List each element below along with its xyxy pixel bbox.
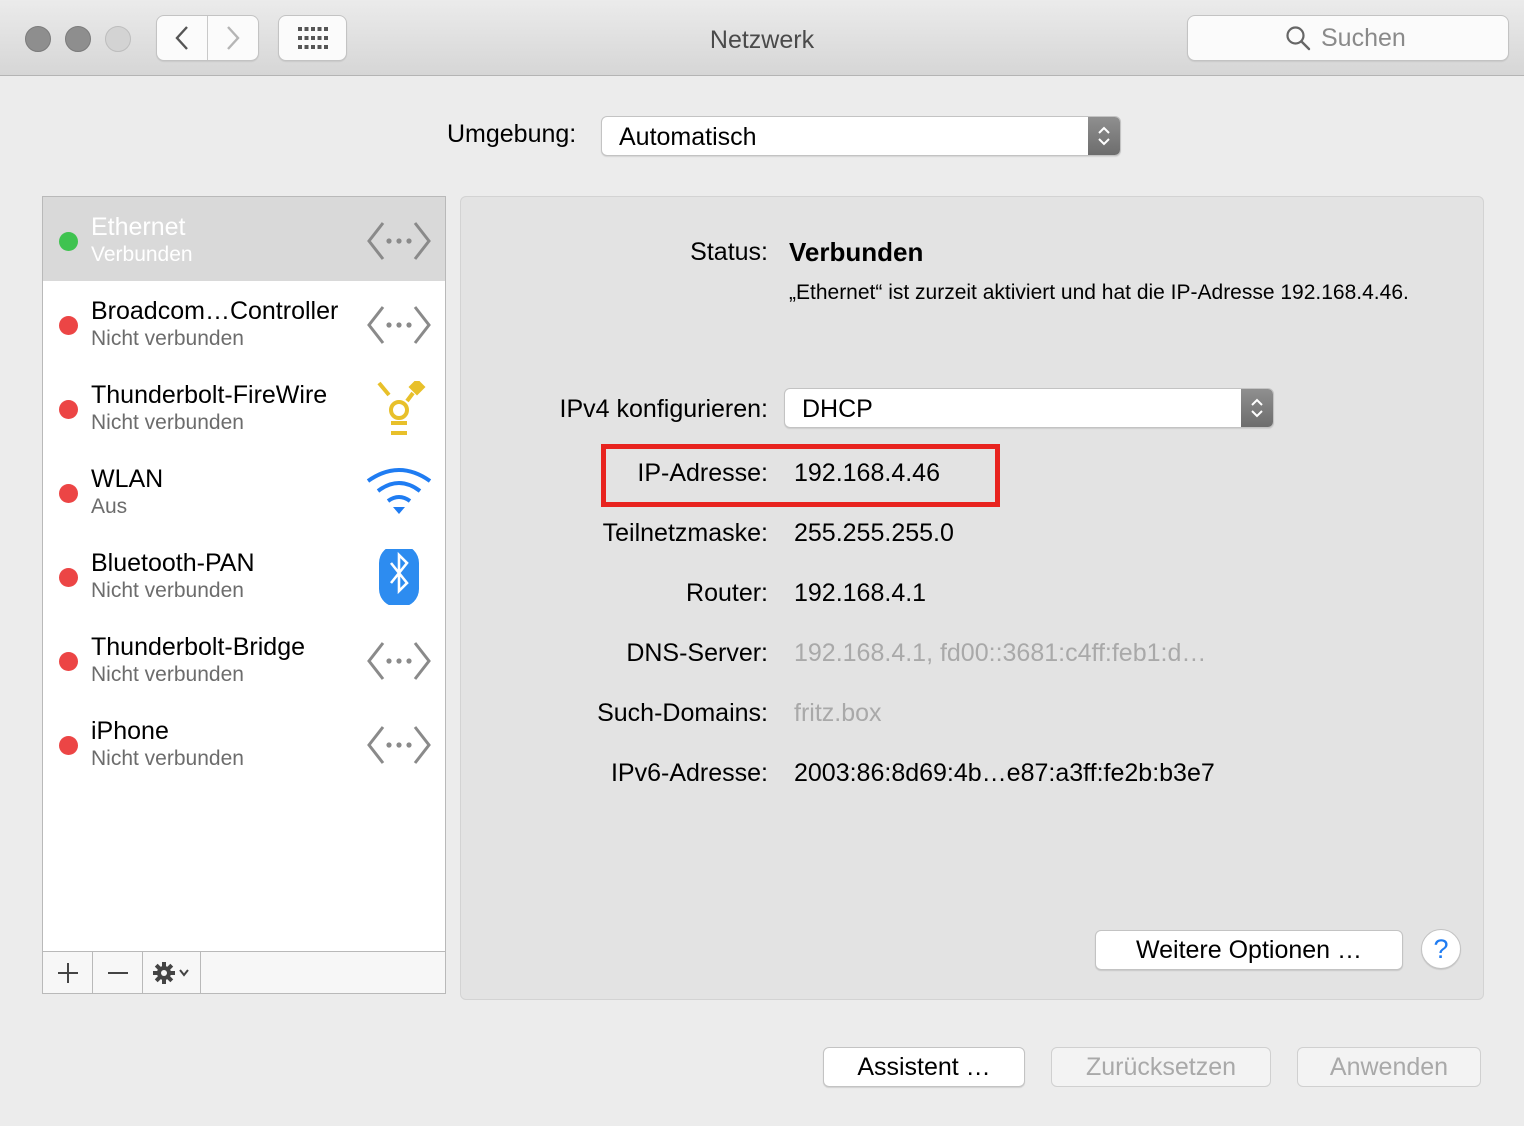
service-status: Aus [91, 495, 128, 518]
service-status: Nicht verbunden [91, 663, 244, 686]
firewire-icon [377, 381, 426, 435]
service-name: Thunderbolt-FireWire [91, 381, 328, 409]
apply-button[interactable]: Anwenden [1297, 1047, 1481, 1087]
add-service-button[interactable] [43, 952, 93, 993]
service-item-bluetooth-pan[interactable]: Bluetooth-PAN Nicht verbunden [43, 533, 445, 617]
dns-server-label: DNS-Server: [626, 639, 768, 667]
wifi-icon [366, 468, 432, 514]
detail-panel: Status: Verbunden „Ethernet“ ist zurzeit… [460, 196, 1484, 1000]
service-status: Verbunden [91, 243, 193, 266]
status-dot-disconnected [59, 400, 78, 419]
service-name: WLAN [91, 465, 164, 493]
service-list-toolbar [43, 951, 445, 993]
status-label: Status: [690, 238, 768, 266]
service-name: iPhone [91, 717, 169, 745]
service-status: Nicht verbunden [91, 327, 244, 350]
service-item-iphone[interactable]: iPhone Nicht verbunden [43, 701, 445, 785]
service-status: Nicht verbunden [91, 747, 244, 770]
search-icon [1286, 26, 1311, 51]
plus-icon [57, 962, 78, 983]
dns-server-value: 192.168.4.1, fd00::3681:c4ff:feb1:d… [794, 639, 1207, 667]
search-input[interactable] [1321, 23, 1411, 53]
popup-arrows-icon [1241, 389, 1273, 427]
service-name: Thunderbolt-Bridge [91, 633, 306, 661]
status-dot-disconnected [59, 316, 78, 335]
assistant-button[interactable]: Assistent … [823, 1047, 1025, 1087]
status-dot-disconnected [59, 568, 78, 587]
service-list: Ethernet Verbunden Broadcom…Controller N… [42, 196, 446, 994]
router-value: 192.168.4.1 [794, 579, 927, 607]
service-status: Nicht verbunden [91, 411, 244, 434]
ipv4-configure-label: IPv4 konfigurieren: [559, 395, 768, 423]
reset-button[interactable]: Zurücksetzen [1051, 1047, 1271, 1087]
service-item-ethernet[interactable]: Ethernet Verbunden [43, 197, 445, 281]
subnet-mask-label: Teilnetzmaske: [602, 519, 768, 547]
service-item-thunderbolt-firewire[interactable]: Thunderbolt-FireWire Nicht verbunden [43, 365, 445, 449]
ipv4-configure-popup[interactable]: DHCP [784, 388, 1274, 428]
ethernet-icon [367, 726, 431, 764]
status-value: Verbunden [789, 237, 924, 267]
location-value: Automatisch [619, 123, 757, 151]
service-item-thunderbolt-bridge[interactable]: Thunderbolt-Bridge Nicht verbunden [43, 617, 445, 701]
ethernet-icon [367, 306, 431, 344]
ipv4-configure-value: DHCP [802, 395, 873, 423]
gear-icon [152, 961, 189, 984]
ipv6-address-label: IPv6-Adresse: [610, 759, 768, 787]
router-label: Router: [686, 579, 768, 607]
search-domains-label: Such-Domains: [597, 699, 768, 727]
status-dot-disconnected [59, 736, 78, 755]
status-dot-connected [59, 232, 78, 251]
status-dot-disconnected [59, 484, 78, 503]
popup-arrows-icon [1088, 117, 1120, 155]
search-domains-value: fritz.box [794, 699, 882, 727]
more-options-button[interactable]: Weitere Optionen … [1095, 930, 1403, 970]
ipv6-address-value: 2003:86:8d69:4b…e87:a3ff:fe2b:b3e7 [794, 759, 1215, 787]
ethernet-icon [367, 222, 431, 260]
location-popup[interactable]: Automatisch [601, 116, 1121, 156]
service-status: Nicht verbunden [91, 579, 244, 602]
service-name: Ethernet [91, 213, 186, 241]
service-item-wlan[interactable]: WLAN Aus [43, 449, 445, 533]
status-dot-disconnected [59, 652, 78, 671]
bluetooth-icon [379, 549, 419, 605]
service-actions-button[interactable] [143, 952, 201, 993]
ip-address-value: 192.168.4.46 [794, 459, 940, 487]
minus-icon [107, 971, 128, 974]
service-name: Bluetooth-PAN [91, 549, 255, 577]
location-label: Umgebung: [447, 120, 577, 148]
subnet-mask-value: 255.255.255.0 [794, 519, 954, 547]
service-name: Broadcom…Controller [91, 297, 339, 325]
status-description: „Ethernet“ ist zurzeit aktiviert und hat… [789, 281, 1409, 304]
title-bar: Netzwerk [0, 0, 1524, 76]
ethernet-icon [367, 642, 431, 680]
help-button[interactable]: ? [1421, 929, 1461, 969]
search-field[interactable] [1187, 15, 1509, 61]
ip-address-label: IP-Adresse: [637, 459, 768, 487]
service-item-broadcom[interactable]: Broadcom…Controller Nicht verbunden [43, 281, 445, 365]
remove-service-button[interactable] [93, 952, 143, 993]
